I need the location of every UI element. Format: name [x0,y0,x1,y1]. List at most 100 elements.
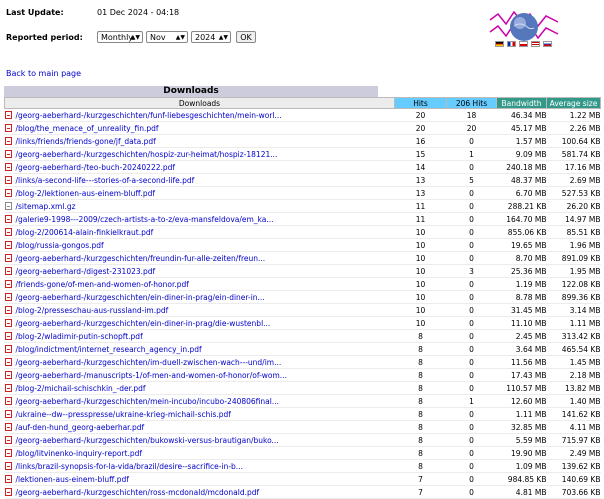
table-row: /blog-2/lektionen-aus-einem-bluff.pdf 13 0… [4,186,601,200]
language-flags [495,41,552,48]
hits-cell: 10 [394,264,447,278]
file-link[interactable]: /ukraine--dw--presspresse/ukraine-krieg-… [16,410,231,419]
table-row: /links/a-second-life---stories-of-a-seco… [4,173,601,187]
hits-cell: 11 [394,199,447,213]
file-link[interactable]: /blog/the_menace_of_unreality_fin.pdf [16,124,159,133]
back-to-main-link[interactable]: Back to main page [6,69,81,78]
bandwidth-cell: 48.37 MB [496,173,547,187]
hits-cell: 15 [394,147,447,161]
hits-cell: 16 [394,134,447,148]
hits-206-cell: 0 [446,316,497,330]
col-average-size: Average size [546,97,601,109]
bandwidth-cell: 6.70 MB [496,186,547,200]
file-cell: /georg-aeberhard-/kurzgeschichten/freund… [4,251,395,265]
pdf-file-icon [4,474,12,483]
file-link[interactable]: /georg-aeberhard-/kurzgeschichten/funf-l… [16,111,282,120]
average-size-cell: 2.69 MB [546,173,601,187]
hits-cell: 8 [394,459,447,473]
pdf-file-icon [4,149,12,158]
hits-cell: 20 [394,108,447,122]
us-flag-icon[interactable] [531,41,540,47]
archive-file-icon [4,201,12,210]
file-link[interactable]: /galerie9-1998---2009/czech-artists-a-to… [16,215,274,224]
file-link[interactable]: /georg-aeberhard-/kurzgeschichten/mein-i… [16,397,280,406]
bandwidth-cell: 984.85 KB [496,472,547,486]
hits-206-cell: 0 [446,472,497,486]
file-link[interactable]: /blog/indictment/internet_research_agenc… [16,345,202,354]
file-link[interactable]: /blog-2/michail-schischkin_-der.pdf [16,384,146,393]
bandwidth-cell: 9.09 MB [496,147,547,161]
file-link[interactable]: /georg-aeberhard-/kurzgeschichten/ein-di… [16,319,271,328]
cz-flag-icon[interactable] [519,41,528,47]
file-cell: /blog/the_menace_of_unreality_fin.pdf [4,121,395,135]
file-cell: /blog/litvinenko-inquiry-report.pdf [4,446,395,460]
file-cell: /georg-aeberhard-/kurzgeschichten/mein-i… [4,394,395,408]
file-link[interactable]: /blog-2/200614-alain-finkielkraut.pdf [16,228,154,237]
file-link[interactable]: /auf-den-hund_georg-aeberhar.pdf [16,423,145,432]
file-cell: /georg-aeberhard-/kurzgeschichten/bukows… [4,433,395,447]
file-cell: /georg-aeberhard-/kurzgeschichten/ein-di… [4,316,395,330]
file-link[interactable]: /georg-aeberhard-/digest-231023.pdf [16,267,156,276]
file-link[interactable]: /georg-aeberhard-/kurzgeschichten/ein-di… [16,293,265,302]
file-cell: /georg-aeberhard-/kurzgeschichten/ross-m… [4,485,395,499]
fr-flag-icon[interactable] [507,41,516,47]
file-link[interactable]: /georg-aeberhard-/kurzgeschichten/hospiz… [16,150,278,159]
ok-button[interactable]: OK [236,31,256,43]
file-cell: /georg-aeberhard-/teo-buch-20240222.pdf [4,160,395,174]
table-row: /blog-2/200614-alain-finkielkraut.pdf 10 0… [4,225,601,239]
file-link[interactable]: /blog-2/lektionen-aus-einem-bluff.pdf [16,189,156,198]
chevron-down-icon: ▲▼ [130,34,140,41]
file-link[interactable]: /blog-2/presseschau-aus-russland-im.pdf [16,306,169,315]
average-size-cell: 1.22 MB [546,108,601,122]
bandwidth-cell: 855.06 KB [496,225,547,239]
pdf-file-icon [4,344,12,353]
de-flag-icon[interactable] [495,41,504,47]
file-link[interactable]: /georg-aeberhard-/kurzgeschichten/bukows… [16,436,279,445]
month-select[interactable]: Nov ▲▼ [146,31,188,43]
file-cell: /links/brazil-synopsis-for-la-vida/brazi… [4,459,395,473]
reported-period-label: Reported period: [6,33,83,42]
period-type-select[interactable]: Monthly ▲▼ [97,31,143,43]
pdf-file-icon [4,136,12,145]
col-206-hits: 206 Hits [446,97,497,109]
file-link[interactable]: /sitemap.xml.gz [16,202,76,211]
hits-206-cell: 0 [446,355,497,369]
hits-cell: 10 [394,303,447,317]
table-row: /links/brazil-synopsis-for-la-vida/brazi… [4,459,601,473]
pdf-file-icon [4,123,12,132]
average-size-cell: 141.62 KB [546,407,601,421]
pdf-file-icon [4,396,12,405]
file-cell: /georg-aeberhard-/kurzgeschichten/funf-l… [4,108,395,122]
year-select[interactable]: 2024 ▲▼ [191,31,231,43]
file-link[interactable]: /georg-aeberhard-/kurzgeschichten/freund… [16,254,266,263]
bandwidth-cell: 32.85 MB [496,420,547,434]
file-link[interactable]: /blog/russia-gongos.pdf [16,241,104,250]
col-downloads: Downloads [4,97,395,109]
table-row: /georg-aeberhard-/kurzgeschichten/funf-l… [4,108,601,122]
file-link[interactable]: /georg-aeberhard-/teo-buch-20240222.pdf [16,163,176,172]
hits-cell: 8 [394,368,447,382]
average-size-cell: 100.64 KB [546,134,601,148]
file-link[interactable]: /georg-aeberhard-/kurzgeschichten/ross-m… [16,488,260,497]
file-link[interactable]: /georg-aeberhard-/manuscripts-1/of-men-a… [16,371,287,380]
file-link[interactable]: /links/a-second-life---stories-of-a-seco… [16,176,195,185]
file-link[interactable]: /lektionen-aus-einem-bluff.pdf [16,475,129,484]
hits-206-cell: 3 [446,264,497,278]
file-link[interactable]: /blog-2/wladimir-putin-schopft.pdf [16,332,143,341]
table-row: /blog-2/presseschau-aus-russland-im.pdf 1… [4,303,601,317]
average-size-cell: 703.66 KB [546,485,601,499]
file-link[interactable]: /blog/litvinenko-inquiry-report.pdf [16,449,143,458]
pdf-file-icon [4,279,12,288]
file-link[interactable]: /links/friends/friends-gone/jf_data.pdf [16,137,156,146]
average-size-cell: 13.82 MB [546,381,601,395]
table-row: /georg-aeberhard-/teo-buch-20240222.pdf 1… [4,160,601,174]
file-link[interactable]: /georg-aeberhard-/kurzgeschichten/im-due… [16,358,282,367]
hits-206-cell: 0 [446,342,497,356]
file-link[interactable]: /friends-gone/of-men-and-women-of-honor.… [16,280,189,289]
table-row: /lektionen-aus-einem-bluff.pdf 7 0 984.85 K… [4,472,601,486]
hits-206-cell: 0 [446,420,497,434]
ru-flag-icon[interactable] [543,41,552,47]
file-link[interactable]: /links/brazil-synopsis-for-la-vida/brazi… [16,462,243,471]
hits-cell: 8 [394,329,447,343]
table-row: /friends-gone/of-men-and-women-of-honor.… [4,277,601,291]
